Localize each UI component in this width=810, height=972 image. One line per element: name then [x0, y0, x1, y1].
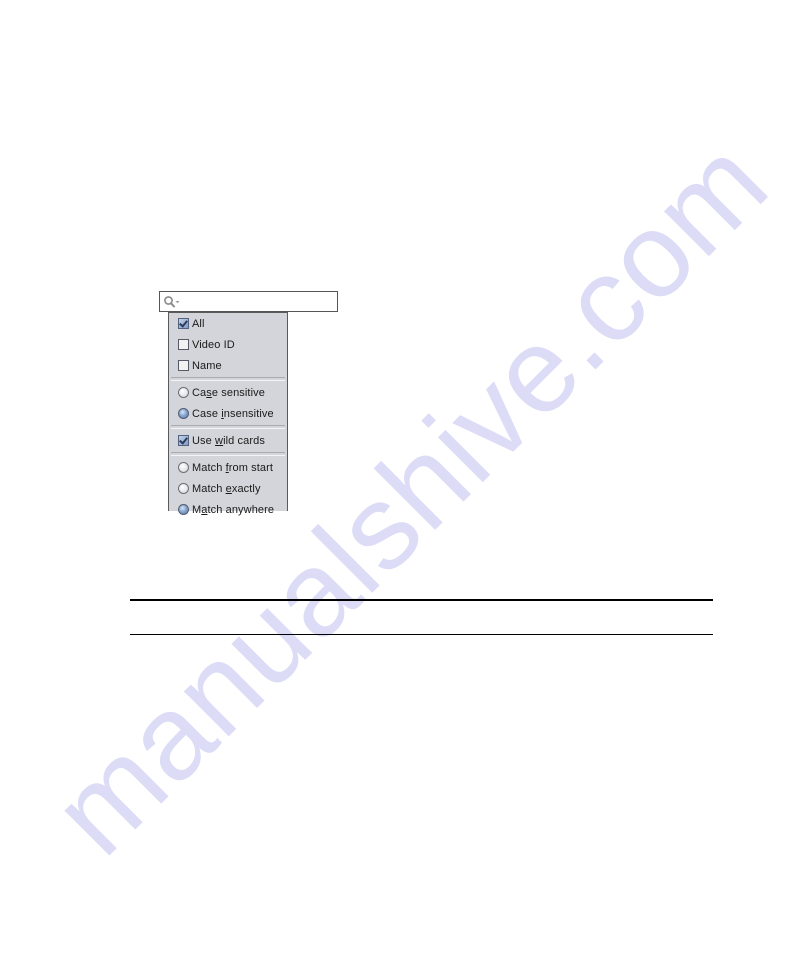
checkbox-unchecked-icon[interactable] [178, 339, 189, 350]
menu-item-label: Use wild cards [192, 434, 265, 447]
search-icon[interactable] [163, 295, 181, 309]
menu-item-label: Name [192, 359, 222, 372]
menu-item-match-exactly[interactable]: Match exactly [169, 478, 287, 499]
menu-item-label: Case insensitive [192, 407, 274, 420]
menu-item-label: Match from start [192, 461, 274, 474]
menu-item-case-sensitive[interactable]: Case sensitive [169, 382, 287, 403]
checkbox-checked-icon[interactable] [178, 435, 189, 446]
radio-selected-icon[interactable] [178, 504, 189, 515]
menu-item-label: All [192, 317, 205, 330]
menu-item-use-wild-cards[interactable]: Use wild cards [169, 430, 287, 451]
menu-item-case-insensitive[interactable]: Case insensitive [169, 403, 287, 424]
menu-item-label: Match anywhere [192, 503, 275, 516]
menu-item-label: Match exactly [192, 482, 261, 495]
radio-unselected-icon[interactable] [178, 462, 189, 473]
checkbox-checked-icon[interactable] [178, 318, 189, 329]
menu-separator [171, 377, 285, 381]
divider-bottom [130, 634, 713, 635]
menu-separator [171, 452, 285, 456]
radio-unselected-icon[interactable] [178, 387, 189, 398]
radio-unselected-icon[interactable] [178, 483, 189, 494]
menu-item-label: Case sensitive [192, 386, 265, 399]
radio-selected-icon[interactable] [178, 408, 189, 419]
menu-item-all[interactable]: All [169, 313, 287, 334]
chevron-down-icon [175, 301, 180, 304]
menu-separator [171, 425, 285, 429]
search-options-menu: All Video ID Name Case sensitive Case insens… [168, 312, 288, 516]
menu-item-match-anywhere[interactable]: Match anywhere [169, 499, 287, 520]
menu-item-match-from-start[interactable]: Match from start [169, 457, 287, 478]
search-input[interactable] [159, 291, 338, 312]
menu-item-label: Video ID [192, 338, 235, 351]
checkbox-unchecked-icon[interactable] [178, 360, 189, 371]
menu-item-name[interactable]: Name [169, 355, 287, 376]
divider-top [130, 599, 713, 601]
watermark-text: manualshive.com [27, 114, 793, 880]
menu-item-video-id[interactable]: Video ID [169, 334, 287, 355]
